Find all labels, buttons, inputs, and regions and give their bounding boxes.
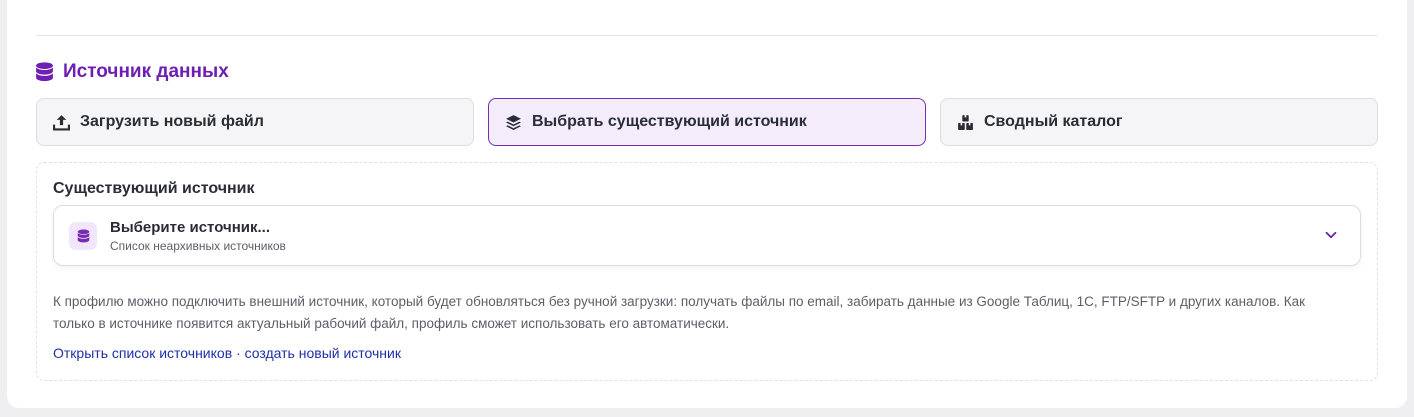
existing-source-panel: Существующий источник Выберите источник.… (36, 162, 1378, 381)
source-hint-text: К профилю можно подключить внешний источ… (53, 294, 1306, 331)
tab-label: Загрузить новый файл (80, 113, 264, 130)
tab-label: Выбрать существующий источник (532, 113, 807, 130)
open-sources-list-link[interactable]: Открыть список источников (53, 345, 232, 361)
source-links: Открыть список источников · создать новы… (53, 345, 401, 361)
link-separator: · (232, 345, 245, 361)
tab-upload-new-file[interactable]: Загрузить новый файл (36, 98, 474, 146)
database-icon (36, 61, 53, 81)
section-title: Источник данных (63, 61, 229, 82)
data-source-card: Источник данных Загрузить новый файл Выб… (7, 0, 1407, 408)
select-subtitle: Список неархивных источников (110, 239, 286, 253)
select-placeholder: Выберите источник... (110, 219, 270, 236)
layers-icon (506, 114, 521, 130)
section-header: Источник данных (35, 59, 229, 85)
section-divider (36, 35, 1378, 36)
tab-summary-catalog[interactable]: Сводный каталог (940, 98, 1378, 146)
source-select-dropdown[interactable]: Выберите источник... Список неархивных и… (53, 205, 1361, 266)
boxes-icon (958, 114, 973, 130)
upload-icon (53, 114, 70, 130)
create-source-link[interactable]: создать новый источник (245, 345, 401, 361)
tab-select-existing-source[interactable]: Выбрать существующий источник (488, 98, 926, 146)
chevron-down-icon[interactable] (1324, 228, 1338, 242)
existing-source-label: Существующий источник (53, 180, 255, 197)
select-icon-badge (69, 222, 97, 250)
database-icon (77, 228, 89, 242)
tab-label: Сводный каталог (984, 113, 1123, 130)
